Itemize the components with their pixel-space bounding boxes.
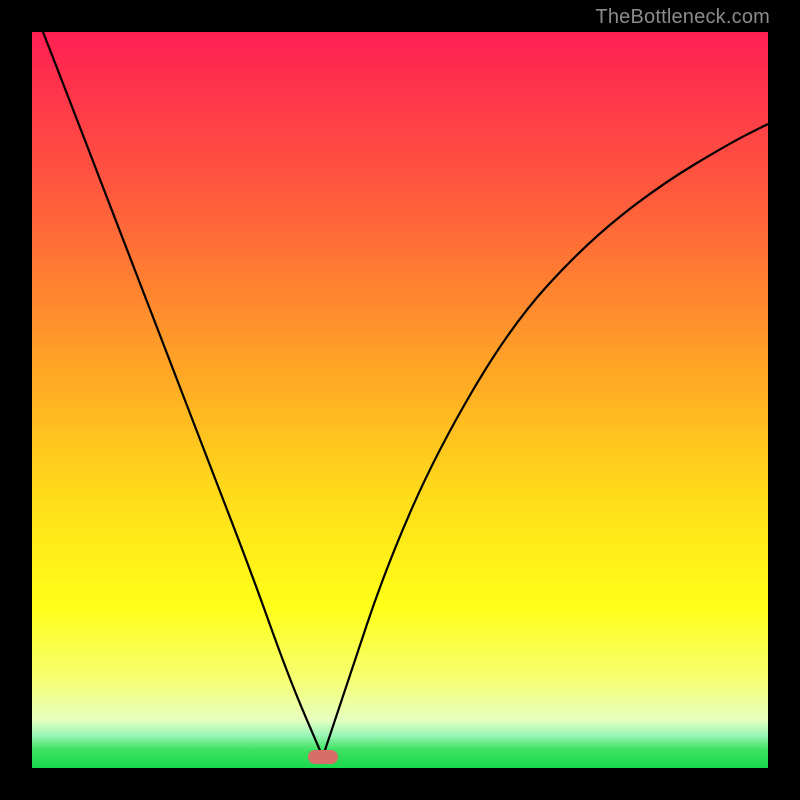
curve-right bbox=[323, 124, 768, 757]
bottleneck-curve bbox=[32, 32, 768, 768]
chart-frame: TheBottleneck.com bbox=[0, 0, 800, 800]
watermark-text: TheBottleneck.com bbox=[595, 6, 770, 29]
curve-left bbox=[43, 32, 323, 757]
optimum-marker bbox=[308, 750, 338, 764]
plot-area bbox=[32, 32, 768, 768]
